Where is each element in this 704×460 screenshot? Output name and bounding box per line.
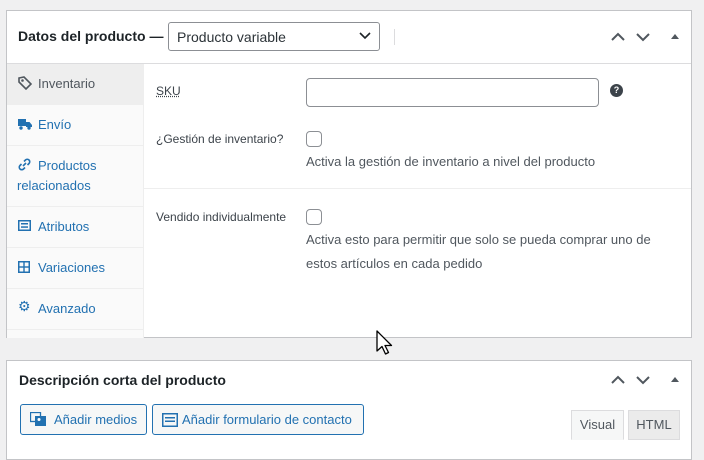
tab-label-line1: Productos (38, 158, 97, 173)
add-media-icon (30, 412, 46, 426)
gear-icon: ⚙ (18, 298, 31, 314)
stock-management-label: ¿Gestión de inventario? (156, 132, 284, 146)
move-down-icon[interactable] (634, 371, 652, 389)
stock-management-description: Activa la gestión de inventario a nivel … (306, 154, 596, 169)
product-type-value: Producto variable (177, 29, 286, 45)
product-data-title: Datos del producto — (18, 28, 164, 44)
move-down-icon[interactable] (634, 28, 652, 46)
add-contact-form-button[interactable]: Añadir formulario de contacto (152, 404, 364, 435)
product-type-select[interactable]: Producto variable (168, 22, 380, 51)
tab-visual[interactable]: Visual (571, 410, 624, 440)
toggle-panel-icon[interactable] (666, 28, 684, 46)
sold-individually-checkbox[interactable] (306, 209, 322, 225)
short-description-title: Descripción corta del producto (19, 372, 226, 388)
tag-icon (18, 76, 32, 90)
list-icon (18, 220, 31, 231)
tab-html[interactable]: HTML (628, 410, 680, 440)
truck-icon (18, 119, 32, 130)
tab-inventario[interactable]: Inventario (7, 64, 143, 105)
tab-label: Atributos (38, 219, 90, 234)
sku-label: SKU (156, 84, 181, 98)
product-data-header: Datos del producto — Producto variable (7, 11, 691, 64)
grid-icon (18, 261, 30, 273)
add-media-button[interactable]: Añadir medios (20, 404, 147, 435)
add-contact-form-label: Añadir formulario de contacto (182, 412, 352, 427)
add-media-label: Añadir medios (54, 412, 138, 427)
tab-avanzado[interactable]: ⚙ Avanzado (7, 289, 143, 330)
mouse-pointer-icon (376, 330, 393, 355)
stock-management-checkbox[interactable] (306, 131, 322, 147)
tab-label: Variaciones (38, 260, 105, 275)
tab-atributos[interactable]: Atributos (7, 207, 143, 248)
sold-individually-label: Vendido individualmente (156, 210, 287, 224)
tab-productos-relacionados[interactable]: Productos relacionados (7, 146, 143, 207)
chevron-down-icon (359, 32, 371, 40)
inventory-options: SKU ? ¿Gestión de inventario? Activa la … (144, 64, 691, 338)
short-description-panel: Descripción corta del producto Añadir me… (6, 360, 692, 460)
tab-variaciones[interactable]: Variaciones (7, 248, 143, 289)
tab-envio[interactable]: Envío (7, 105, 143, 146)
form-icon (162, 413, 178, 427)
header-separator (394, 29, 395, 45)
tab-label-line2: relacionados (17, 178, 91, 193)
move-up-icon[interactable] (609, 371, 627, 389)
sold-individually-description-line1: Activa esto para permitir que solo se pu… (306, 232, 651, 247)
link-icon (18, 158, 31, 171)
tab-label: Inventario (38, 76, 96, 91)
move-up-icon[interactable] (609, 28, 627, 46)
toggle-panel-icon[interactable] (666, 371, 684, 389)
help-icon[interactable]: ? (610, 84, 623, 97)
product-data-tabs: Inventario Envío Productos relacionados … (7, 64, 144, 338)
tab-label: Avanzado (38, 301, 96, 316)
divider (144, 188, 691, 189)
sku-input[interactable] (306, 78, 599, 107)
tab-label: Envío (38, 117, 72, 132)
sold-individually-description-line2: estos artículos en cada pedido (306, 256, 483, 271)
product-data-panel: Datos del producto — Producto variable I… (6, 10, 692, 338)
